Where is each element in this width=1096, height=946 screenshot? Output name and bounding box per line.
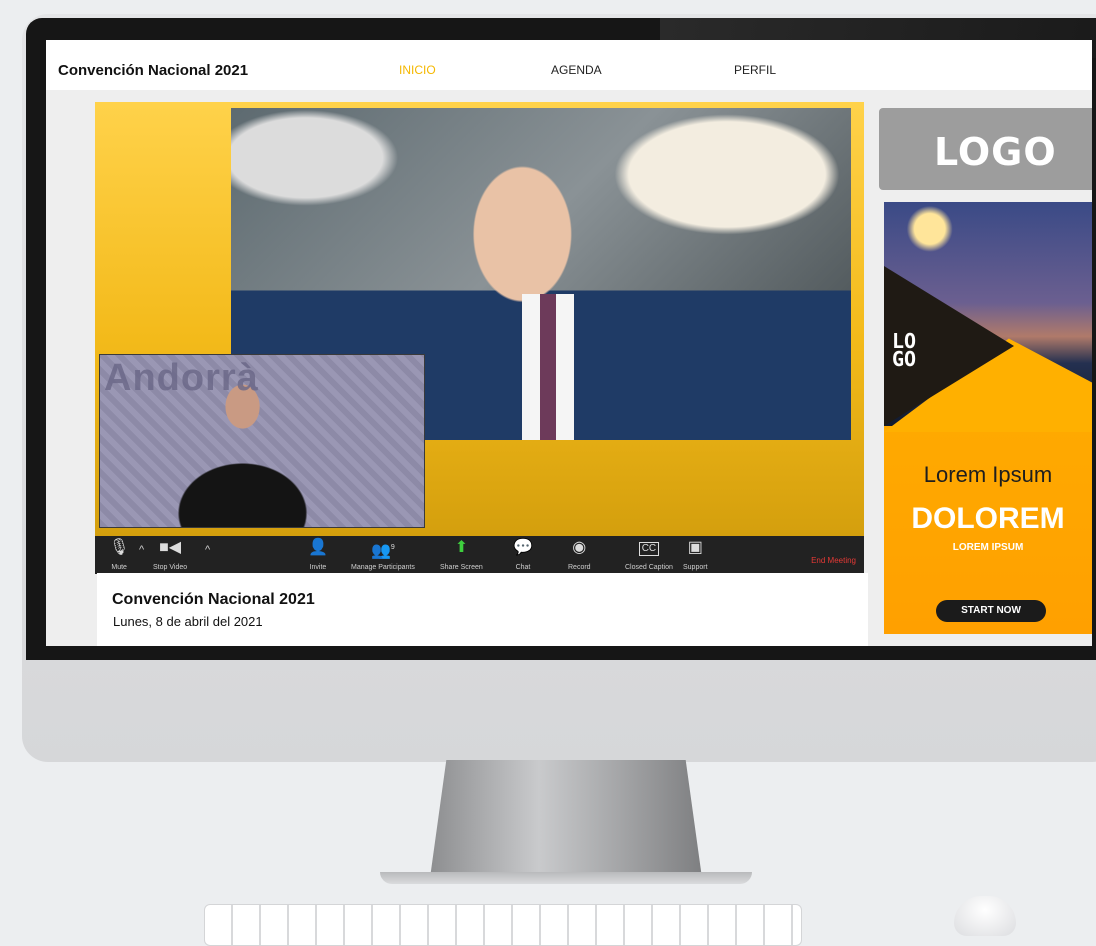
record-icon: ◉	[572, 539, 587, 556]
stop-video-button[interactable]: ■◀ Stop Video	[153, 539, 188, 572]
invite-icon: 👤	[308, 539, 328, 556]
screen: Convención Nacional 2021 INICIO AGENDA P…	[46, 40, 1092, 646]
chat-label: Chat	[515, 564, 531, 571]
ad-logo: LO GO	[892, 331, 917, 371]
closed-caption-label: Closed Caption	[625, 564, 673, 571]
video-stage: Andorrà	[95, 102, 864, 536]
share-screen-icon: ⬆	[454, 539, 469, 556]
ad-small-text: LOREM IPSUM	[952, 542, 1024, 553]
event-date: Lunes, 8 de abril del 2021	[113, 614, 263, 629]
microphone-icon: 🎙	[109, 539, 130, 556]
record-label: Record	[568, 564, 591, 571]
participants-icon: 👥9	[371, 542, 395, 560]
closed-caption-icon: CC	[638, 542, 660, 556]
record-button[interactable]: ◉ Record	[568, 539, 591, 572]
meeting-toolbar: 🎙 Mute ^ ■◀ Stop Video ^ 👤 Invite 👥9 Man…	[95, 536, 864, 574]
ad-big-text: DOLOREM	[911, 502, 1065, 535]
end-meeting-button[interactable]: End Meeting	[811, 556, 856, 565]
closed-caption-button[interactable]: CC Closed Caption	[625, 540, 673, 571]
mute-label: Mute	[111, 564, 127, 571]
invite-label: Invite	[309, 564, 327, 571]
nav-agenda[interactable]: AGENDA	[551, 63, 602, 77]
keyboard	[204, 904, 802, 946]
top-navigation: Convención Nacional 2021 INICIO AGENDA P…	[46, 40, 1092, 90]
ad-headline: Lorem Ipsum	[923, 462, 1053, 487]
stop-video-label: Stop Video	[153, 564, 188, 571]
mouse	[954, 896, 1016, 936]
video-camera-icon: ■◀	[159, 539, 182, 556]
video-options-chevron-icon[interactable]: ^	[205, 544, 210, 556]
chat-button[interactable]: 💬 Chat	[513, 539, 533, 572]
ad-banner[interactable]: LO GO Lorem Ipsum DOLOREM LOREM IPSUM ST…	[884, 202, 1092, 634]
audio-options-chevron-icon[interactable]: ^	[139, 544, 144, 556]
support-icon: ▣	[687, 539, 703, 556]
monitor-stand	[430, 760, 702, 878]
monitor-stand-base	[380, 872, 752, 884]
event-info-card: Convención Nacional 2021 Lunes, 8 de abr…	[97, 573, 868, 646]
support-label: Support	[683, 564, 708, 571]
start-now-button[interactable]: START NOW	[936, 600, 1046, 622]
nav-inicio[interactable]: INICIO	[399, 63, 436, 77]
pip-background-text: Andorrà	[104, 357, 259, 399]
manage-participants-label: Manage Participants	[351, 564, 415, 571]
share-screen-button[interactable]: ⬆ Share Screen	[440, 539, 483, 572]
ad-logo-line2: GO	[892, 347, 917, 371]
manage-participants-button[interactable]: 👥9 Manage Participants	[351, 540, 415, 571]
site-title[interactable]: Convención Nacional 2021	[58, 62, 248, 79]
logo-text: LOGO	[934, 130, 1057, 174]
invite-button[interactable]: 👤 Invite	[308, 539, 328, 572]
event-title: Convención Nacional 2021	[112, 591, 315, 608]
chat-icon: 💬	[513, 539, 533, 556]
share-screen-label: Share Screen	[440, 564, 483, 571]
support-button[interactable]: ▣ Support	[683, 539, 708, 572]
logo-placeholder[interactable]: LOGO	[879, 108, 1092, 190]
nav-perfil[interactable]: PERFIL	[734, 63, 776, 77]
pip-speaker-video[interactable]: Andorrà	[99, 354, 425, 528]
mute-button[interactable]: 🎙 Mute	[109, 539, 130, 572]
participants-count: 9	[390, 544, 395, 551]
